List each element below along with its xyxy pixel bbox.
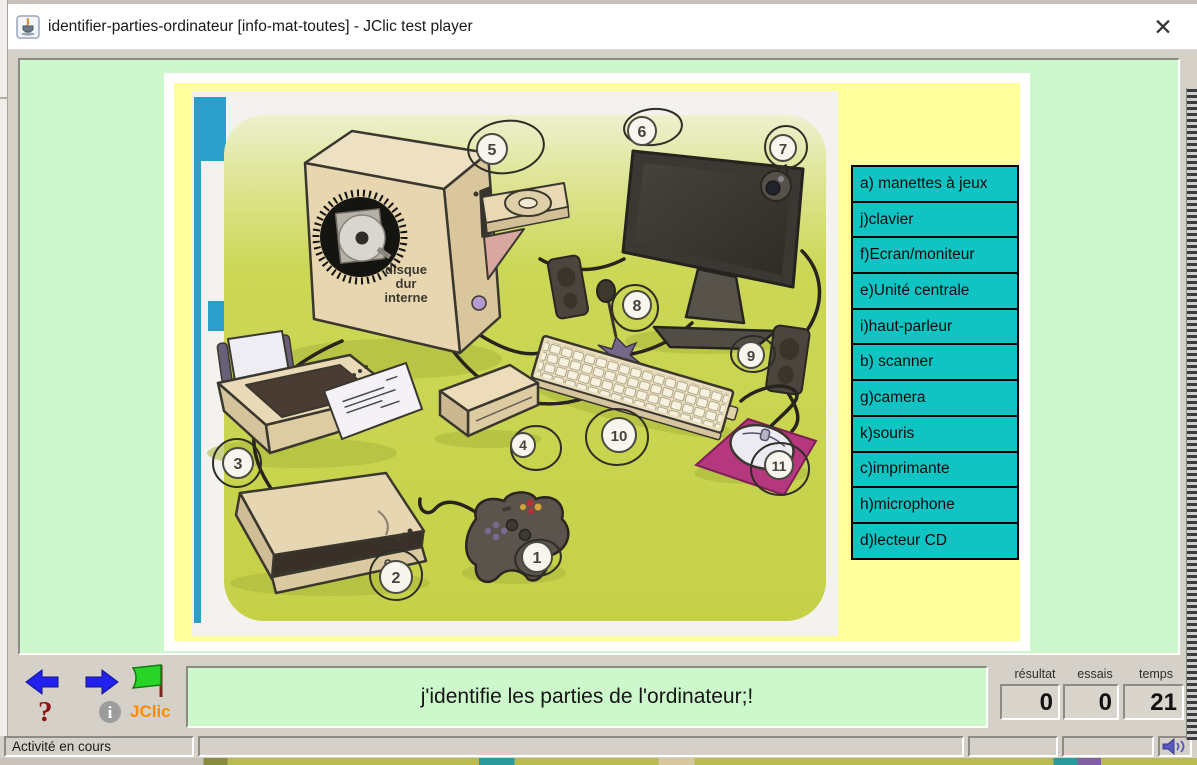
jclic-logo[interactable]: JClic (130, 702, 171, 722)
svg-text:4: 4 (519, 437, 527, 453)
background-window-right-edge (1186, 88, 1197, 740)
svg-text:7: 7 (779, 141, 787, 158)
time-counter-value: 21 (1123, 684, 1184, 720)
time-counter-label: temps (1124, 667, 1188, 682)
tries-counter-value: 0 (1063, 684, 1119, 720)
message-box[interactable]: j'identifie les parties de l'ordinateur;… (186, 666, 988, 728)
svg-text:6: 6 (638, 124, 647, 141)
svg-text:8: 8 (633, 298, 642, 315)
answer-cell[interactable]: c)imprimante (851, 451, 1019, 489)
help-button[interactable]: ? (38, 697, 53, 727)
result-counter-value: 0 (1000, 684, 1060, 720)
activity-panel-frame: disque dur interne (164, 73, 1030, 651)
answer-cell[interactable]: b) scanner (851, 343, 1019, 381)
answer-cell[interactable]: f)Ecran/moniteur (851, 236, 1019, 274)
answer-cell[interactable]: i)haut-parleur (851, 308, 1019, 346)
toolbar: ? i JClic j'identifie les parties de l'o… (8, 655, 1186, 736)
close-button[interactable]: ✕ (1147, 11, 1179, 43)
status-progress-area (198, 736, 964, 757)
svg-text:10: 10 (611, 428, 628, 445)
activity-area: disque dur interne (18, 58, 1180, 655)
answer-cell[interactable]: j)clavier (851, 201, 1019, 239)
answer-cell[interactable]: a) manettes à jeux (851, 165, 1019, 203)
answer-cell[interactable]: g)camera (851, 379, 1019, 417)
computer-parts-illustration: disque dur interne (192, 91, 838, 636)
java-icon (16, 15, 40, 39)
previous-activity-button[interactable] (24, 668, 60, 696)
activity-panel: disque dur interne (174, 83, 1020, 641)
status-bar: Activité en cours (0, 736, 1197, 758)
svg-text:3: 3 (234, 456, 243, 473)
tries-counter-label: essais (1064, 667, 1126, 682)
info-button[interactable]: i (98, 700, 122, 724)
svg-text:disque: disque (385, 262, 427, 277)
status-message: Activité en cours (4, 736, 194, 757)
right-speaker (765, 325, 810, 395)
svg-text:2: 2 (392, 570, 401, 587)
result-counter-label: résultat (1002, 667, 1068, 682)
answer-cell[interactable]: h)microphone (851, 486, 1019, 524)
title-bar: identifier-parties-ordinateur [info-mat-… (8, 4, 1197, 50)
answer-list: a) manettes à jeux j)clavier f)Ecran/mon… (851, 165, 1019, 560)
speaker-icon (1160, 738, 1190, 755)
background-window-bottom (0, 758, 1197, 765)
flag-button[interactable] (130, 662, 170, 700)
window-title: identifier-parties-ordinateur [info-mat-… (48, 18, 473, 36)
svg-text:11: 11 (772, 458, 787, 474)
svg-text:i: i (108, 703, 113, 722)
answer-cell[interactable]: e)Unité centrale (851, 272, 1019, 310)
status-box-tertiary (1062, 736, 1154, 757)
svg-text:dur: dur (396, 276, 417, 291)
answer-cell[interactable]: k)souris (851, 415, 1019, 453)
jclic-window: identifier-parties-ordinateur [info-mat-… (0, 0, 1197, 765)
next-activity-button[interactable] (84, 668, 120, 696)
svg-text:5: 5 (488, 142, 497, 159)
status-box-secondary (968, 736, 1058, 757)
svg-text:9: 9 (747, 348, 755, 365)
answer-cell[interactable]: d)lecteur CD (851, 522, 1019, 560)
background-window-edge (0, 0, 8, 765)
svg-text:1: 1 (533, 550, 542, 567)
svg-text:interne: interne (384, 290, 427, 305)
